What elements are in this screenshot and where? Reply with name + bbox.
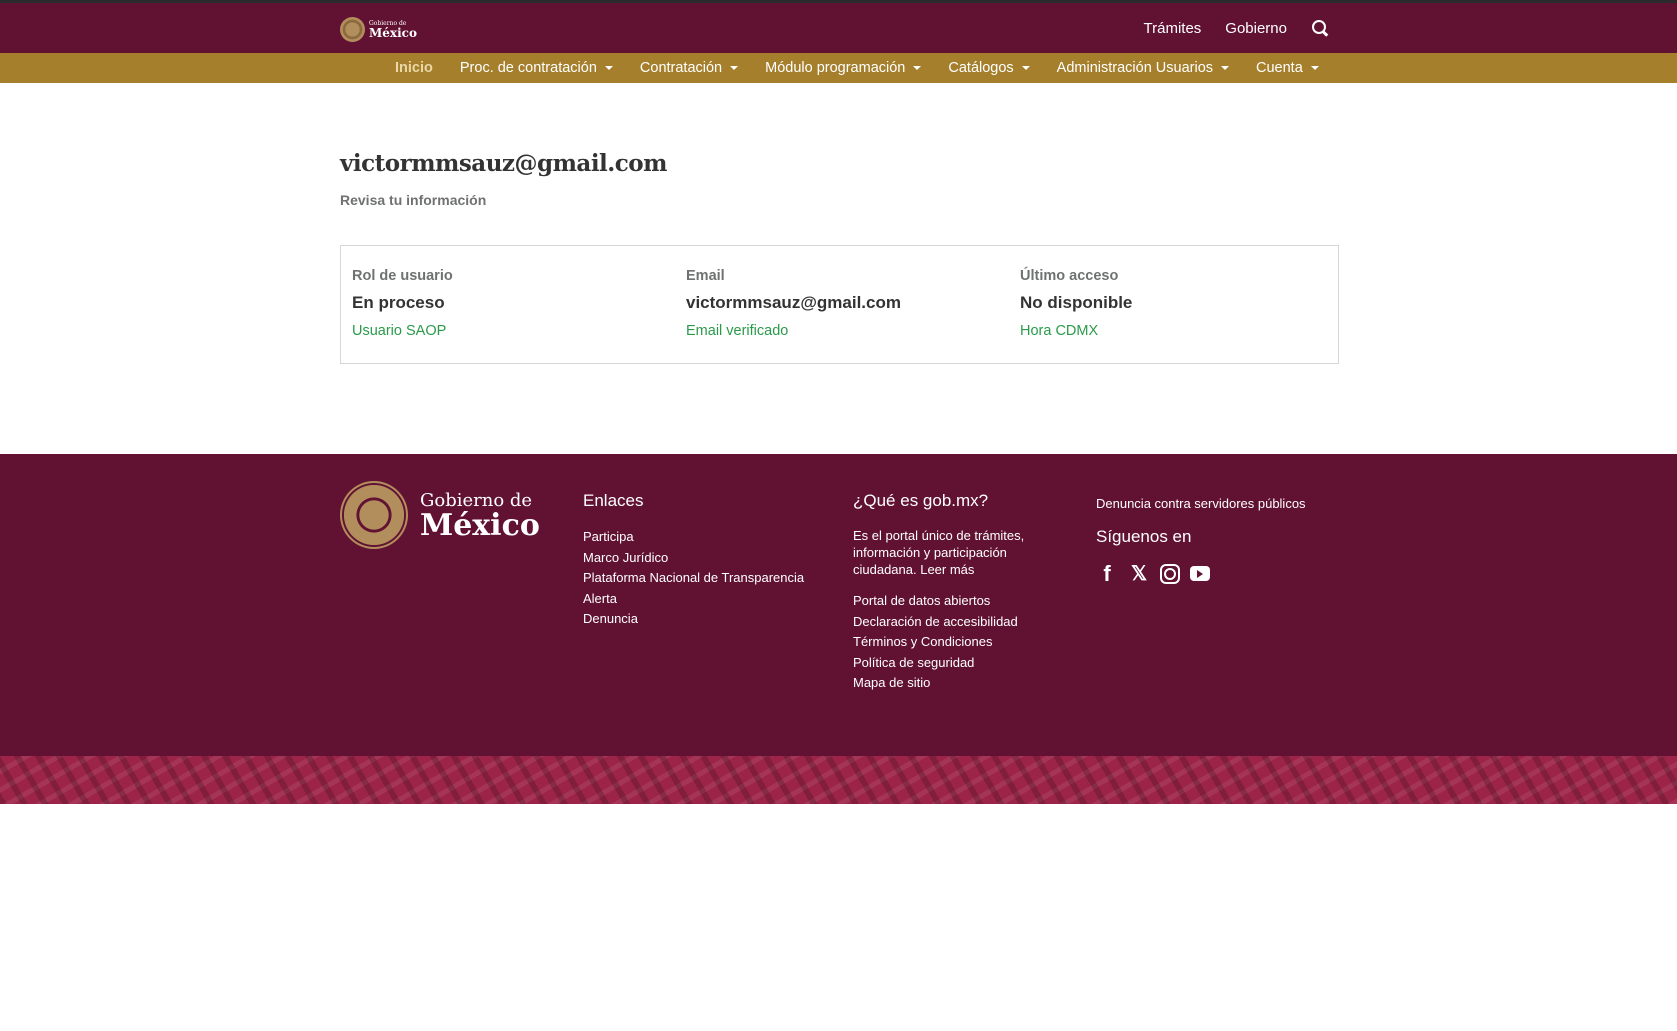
facebook-icon[interactable]: f — [1096, 561, 1118, 586]
participa-link[interactable]: Participa — [583, 527, 804, 548]
gobierno-link[interactable]: Gobierno — [1225, 20, 1287, 37]
instagram-icon[interactable] — [1160, 563, 1180, 584]
siguenos-title: Síguenos en — [1096, 526, 1192, 546]
que-es-column: ¿Qué es gob.mx? Es el portal único de tr… — [853, 491, 1043, 694]
user-info-card: Rol de usuario En proceso Usuario SAOP E… — [340, 245, 1339, 364]
email-sub: Email verificado — [686, 323, 789, 339]
page-header: victormmsauz@gmail.com Revisa tu informa… — [340, 150, 1339, 208]
que-es-text: Es el portal único de trámites, informac… — [853, 528, 1025, 577]
last-access-sub: Hora CDMX — [1020, 323, 1099, 339]
enlaces-column: Enlaces Participa Marco Jurídico Platafo… — [583, 491, 804, 630]
page-title: victormmsauz@gmail.com — [340, 150, 667, 177]
enlaces-title: Enlaces — [583, 491, 644, 510]
main-nav: Inicio Proc. de contratación Contratació… — [0, 53, 1677, 83]
footer: Gobierno de México Enlaces Participa Mar… — [0, 454, 1677, 756]
marco-juridico-link[interactable]: Marco Jurídico — [583, 548, 804, 569]
nav-label: Administración Usuarios — [1056, 60, 1214, 76]
search-icon[interactable] — [1311, 19, 1329, 37]
nav-inicio[interactable]: Inicio — [395, 60, 433, 76]
seal-icon — [340, 481, 408, 549]
logo-line2: México — [369, 25, 417, 40]
gobmx-logo[interactable]: Gobierno de México — [340, 17, 417, 42]
footer-pattern — [0, 756, 1677, 804]
nav-admin-usuarios[interactable]: Administración Usuarios — [1056, 60, 1230, 76]
last-access-column: Último acceso No disponible Hora CDMX — [1020, 246, 1320, 363]
last-access-label: Último acceso — [1020, 268, 1119, 284]
nav-contratacion[interactable]: Contratación — [639, 60, 739, 76]
seguridad-link[interactable]: Política de seguridad — [853, 653, 1043, 674]
email-value: victormmsauz@gmail.com — [686, 293, 901, 312]
footer-logo[interactable]: Gobierno de México — [340, 481, 540, 549]
caret-down-icon — [1310, 66, 1319, 70]
role-sub: Usuario SAOP — [352, 323, 447, 339]
nav-label: Catálogos — [948, 60, 1014, 76]
seal-icon — [340, 17, 365, 42]
caret-down-icon — [913, 66, 922, 70]
accesibilidad-link[interactable]: Declaración de accesibilidad — [853, 612, 1043, 633]
datos-abiertos-link[interactable]: Portal de datos abiertos — [853, 591, 1043, 612]
page-subtitle: Revisa tu información — [340, 192, 487, 208]
tramites-link[interactable]: Trámites — [1144, 20, 1202, 37]
role-column: Rol de usuario En proceso Usuario SAOP — [352, 246, 686, 363]
email-label: Email — [686, 268, 725, 284]
top-nav: Trámites Gobierno — [1144, 3, 1330, 53]
last-access-value: No disponible — [1020, 293, 1133, 312]
transparencia-link[interactable]: Plataforma Nacional de Transparencia — [583, 568, 804, 589]
nav-cuenta[interactable]: Cuenta — [1256, 60, 1319, 76]
nav-modulo-programacion[interactable]: Módulo programación — [765, 60, 922, 76]
youtube-icon[interactable] — [1190, 566, 1210, 581]
nav-label: Módulo programación — [765, 60, 906, 76]
role-value: En proceso — [352, 293, 445, 312]
alerta-link[interactable]: Alerta — [583, 589, 804, 610]
denuncia-servidores-link[interactable]: Denuncia contra servidores públicos — [1096, 494, 1306, 515]
nav-proc-contratacion[interactable]: Proc. de contratación — [460, 60, 613, 76]
caret-down-icon — [1021, 66, 1030, 70]
terminos-link[interactable]: Términos y Condiciones — [853, 632, 1043, 653]
nav-label: Contratación — [639, 60, 723, 76]
que-es-title: ¿Qué es gob.mx? — [853, 491, 989, 510]
nav-catalogos[interactable]: Catálogos — [948, 60, 1030, 76]
caret-down-icon — [604, 66, 613, 70]
caret-down-icon — [730, 66, 739, 70]
denuncia-link[interactable]: Denuncia — [583, 609, 804, 630]
footer-logo-line2: México — [420, 507, 540, 543]
role-label: Rol de usuario — [352, 268, 453, 284]
social-icons: f 𝕏 — [1096, 561, 1306, 586]
mapa-sitio-link[interactable]: Mapa de sitio — [853, 673, 1043, 694]
x-icon[interactable]: 𝕏 — [1128, 563, 1150, 585]
caret-down-icon — [1221, 66, 1230, 70]
top-bar: Gobierno de México Trámites Gobierno — [0, 3, 1677, 53]
nav-label: Proc. de contratación — [459, 60, 597, 76]
email-column: Email victormmsauz@gmail.com Email verif… — [686, 246, 1020, 363]
nav-label: Cuenta — [1256, 60, 1303, 76]
nav-label: Inicio — [395, 60, 433, 76]
social-column: Denuncia contra servidores públicos Sígu… — [1096, 491, 1306, 586]
